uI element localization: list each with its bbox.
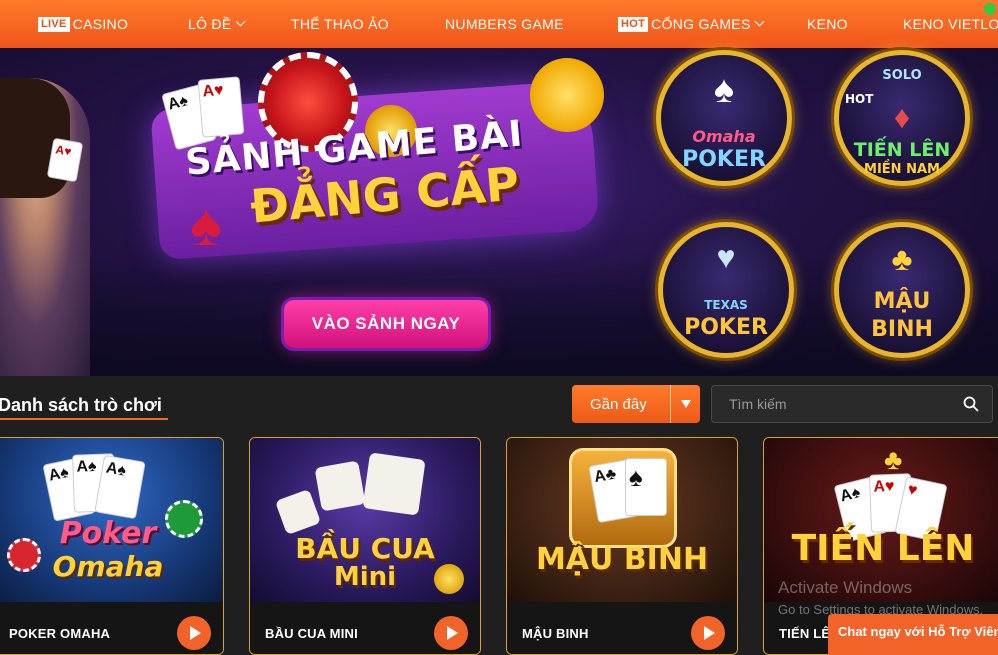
- nav-item-cong-games[interactable]: HOT CỔNG GAMES: [618, 16, 765, 32]
- playing-card-icon: ♠: [625, 458, 667, 516]
- badge-label: MIỀN NAM: [864, 162, 940, 177]
- play-icon: [190, 626, 201, 640]
- sort-dropdown[interactable]: Gần đây: [572, 385, 700, 423]
- badge-label: POKER: [682, 147, 766, 172]
- dragon-icon: ♣: [891, 241, 913, 277]
- game-card-bau-cua-mini[interactable]: BẦU CUA Mini BẦU CUA MINI: [249, 437, 481, 655]
- cowboy-hat-icon: ♥: [716, 239, 736, 275]
- live-badge: LIVE: [38, 16, 70, 32]
- chevron-down-icon: [235, 16, 245, 27]
- nav-label: LÔ ĐỀ: [188, 16, 232, 32]
- badge-omaha-poker[interactable]: ♠ Omaha POKER: [656, 50, 792, 186]
- enter-lobby-button[interactable]: VÀO SẢNH NGAY: [284, 300, 488, 348]
- play-button[interactable]: [434, 616, 468, 650]
- game-thumbnail: A♣ ♠ MẬU BINH: [507, 438, 737, 602]
- hot-badge: HOT: [618, 16, 649, 32]
- sort-selected-value: Gần đây: [590, 395, 647, 413]
- nav-label: NUMBERS GAME: [445, 16, 564, 32]
- caret-down-icon: [681, 400, 691, 408]
- gold-coin-icon: [530, 58, 604, 132]
- solo-tag: SOLO: [882, 68, 922, 83]
- live-chat-button[interactable]: Chat ngay với Hỗ Trợ Viên: [828, 614, 998, 655]
- badge-mau-binh[interactable]: ♣ MẬU BINH: [834, 222, 970, 358]
- thumbnail-title: Poker: [59, 516, 157, 551]
- nav-label: CỔNG GAMES: [651, 16, 751, 32]
- badge-tien-len-mien-nam[interactable]: SOLO HOT ♦ TIẾN LÊN MIỀN NAM: [834, 50, 970, 186]
- top-navigation: LIVE CASINO LÔ ĐỀ THỂ THAO ẢO NUMBERS GA…: [0, 0, 998, 48]
- game-thumbnail: BẦU CUA Mini: [250, 438, 480, 602]
- nav-label: CASINO: [72, 16, 129, 32]
- play-button[interactable]: [177, 616, 211, 650]
- nav-item-live-casino[interactable]: LIVE CASINO: [38, 16, 128, 32]
- game-thumbnail: A♠ A♠ A♠ Poker Omaha: [0, 438, 223, 602]
- dropdown-divider: [670, 385, 671, 423]
- title-underline: [0, 418, 168, 420]
- play-icon: [447, 626, 458, 640]
- nav-label: THỂ THAO ẢO: [291, 16, 389, 32]
- badge-texas-poker[interactable]: ♥ TEXAS POKER: [658, 222, 794, 358]
- play-button[interactable]: [691, 616, 725, 650]
- notification-dot: [984, 3, 996, 15]
- search-input[interactable]: [711, 385, 993, 423]
- nav-item-numbers-game[interactable]: NUMBERS GAME: [445, 16, 564, 32]
- nav-label: KENO: [807, 16, 848, 32]
- play-icon: [704, 626, 715, 640]
- thumbnail-title: MẬU BINH: [535, 542, 709, 577]
- game-card-mau-binh[interactable]: A♣ ♠ MẬU BINH MẬU BINH: [506, 437, 738, 655]
- badge-label: MẬU: [873, 289, 931, 314]
- game-name: BẦU CUA MINI: [265, 626, 358, 641]
- spade-icon: ♠: [190, 191, 222, 258]
- thumbnail-title: TIẾN LÊN: [791, 528, 975, 569]
- nav-label: KENO VIETLOTT: [903, 16, 998, 32]
- playing-card-icon: A♥: [197, 76, 245, 138]
- playing-card-icon: A♠: [94, 454, 146, 520]
- thumbnail-title: BẦU CUA: [295, 532, 435, 565]
- badge-label: TIẾN LÊN: [853, 139, 951, 161]
- game-card-poker-omaha[interactable]: A♠ A♠ A♠ Poker Omaha POKER OMAHA: [0, 437, 224, 655]
- nav-item-keno[interactable]: KENO: [807, 16, 848, 32]
- nav-item-lo-de[interactable]: LÔ ĐỀ: [188, 16, 245, 32]
- nav-item-the-thao-ao[interactable]: THỂ THAO ẢO: [291, 16, 389, 32]
- badge-label: BINH: [871, 317, 933, 342]
- table-icon: ♦: [893, 99, 911, 135]
- dragon-icon: ♣: [884, 444, 903, 475]
- thumbnail-subtitle: Omaha: [52, 550, 164, 583]
- nav-item-keno-vietlott[interactable]: KENO VIETLOTT: [903, 16, 998, 32]
- game-name: MẬU BINH: [522, 626, 589, 641]
- dice-icon: [314, 460, 366, 512]
- dice-icon: [362, 452, 426, 516]
- badge-label: POKER: [684, 315, 768, 340]
- activate-windows-title: Activate Windows: [778, 578, 913, 597]
- game-name: POKER OMAHA: [9, 626, 111, 641]
- badge-label: TEXAS: [704, 298, 748, 312]
- section-title: Danh sách trò chơi: [0, 395, 162, 415]
- badge-label: Omaha: [692, 127, 756, 146]
- dice-icon: [274, 488, 322, 536]
- spade-icon: ♠: [713, 69, 735, 111]
- chevron-down-icon: [754, 16, 765, 27]
- thumbnail-subtitle: Mini: [333, 562, 397, 592]
- search-icon[interactable]: [963, 396, 979, 412]
